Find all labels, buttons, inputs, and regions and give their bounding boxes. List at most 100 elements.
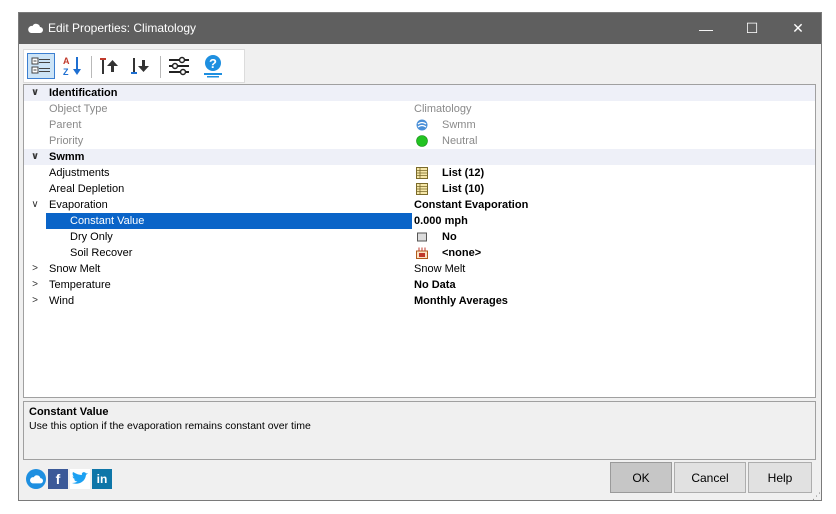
- property-value[interactable]: Swmm: [414, 117, 476, 133]
- property-value-text: Monthly Averages: [414, 295, 508, 307]
- property-name: Evaporation: [49, 199, 108, 211]
- maximize-icon: ☐: [745, 20, 759, 36]
- property-value[interactable]: No Data: [414, 277, 456, 293]
- property-name: Soil Recover: [70, 247, 133, 259]
- property-name: Constant Value: [70, 215, 145, 227]
- property-value-text: 0.000 mph: [414, 215, 468, 227]
- expand-icon[interactable]: >: [29, 277, 41, 293]
- property-name: Snow Melt: [49, 263, 101, 275]
- grid-property-row[interactable]: Priority Neutral: [24, 133, 815, 149]
- property-name: Adjustments: [49, 167, 110, 179]
- grid-category-row[interactable]: ∨ Swmm: [24, 149, 815, 165]
- properties-dialog: Edit Properties: Climatology — ☐ ✕ A Z ?…: [18, 12, 822, 501]
- resize-grip[interactable]: ⋰: [812, 491, 821, 502]
- property-name: Object Type: [49, 103, 108, 115]
- property-value-text: Constant Evaporation: [414, 199, 529, 211]
- close-icon: ✕: [792, 20, 804, 36]
- table-icon: [416, 183, 428, 195]
- description-title: Constant Value: [29, 406, 109, 418]
- help-button[interactable]: ?: [199, 53, 227, 79]
- grid-property-row[interactable]: Constant Value 0.000 mph: [24, 213, 815, 229]
- property-value[interactable]: Constant Evaporation: [414, 197, 528, 213]
- minimize-icon: —: [699, 20, 713, 37]
- alphabetical-sort-button[interactable]: A Z: [59, 53, 87, 79]
- property-value[interactable]: Monthly Averages: [414, 293, 508, 309]
- settings-button[interactable]: [165, 53, 193, 79]
- property-name: Areal Depletion: [49, 183, 125, 195]
- property-value[interactable]: Climatology: [414, 101, 471, 117]
- close-button[interactable]: ✕: [775, 13, 821, 44]
- toolbar: A Z ?: [23, 49, 245, 83]
- collapse-icon[interactable]: ∨: [29, 85, 41, 101]
- svg-text:?: ?: [209, 56, 217, 71]
- cloud-icon: [28, 23, 43, 33]
- help-icon: ?: [204, 55, 222, 78]
- property-value-text: Snow Melt: [414, 263, 466, 275]
- description-text: Use this option if the evaporation remai…: [29, 420, 311, 432]
- grid-property-row[interactable]: ∨ Evaporation Constant Evaporation: [24, 197, 815, 213]
- pattern-icon: [416, 247, 428, 259]
- window-title: Edit Properties: Climatology: [48, 21, 197, 35]
- property-value[interactable]: <none>: [414, 245, 481, 261]
- move-down-icon: [131, 58, 149, 74]
- grid-property-row[interactable]: Areal Depletion List (10): [24, 181, 815, 197]
- maximize-button[interactable]: ☐: [729, 13, 775, 44]
- cancel-button[interactable]: Cancel: [674, 462, 746, 493]
- title-bar[interactable]: Edit Properties: Climatology — ☐ ✕: [19, 13, 821, 44]
- ok-button[interactable]: OK: [610, 462, 672, 493]
- property-value-text: No: [442, 231, 457, 243]
- property-name: Wind: [49, 295, 75, 307]
- property-value[interactable]: 0.000 mph: [414, 213, 468, 229]
- svg-text:Z: Z: [63, 67, 69, 77]
- table-icon: [416, 167, 428, 179]
- sort-az-icon: A Z: [63, 56, 81, 77]
- property-value[interactable]: Snow Melt: [414, 261, 465, 277]
- checkbox-icon: [417, 232, 427, 242]
- property-value[interactable]: No: [414, 229, 457, 245]
- twitter-icon[interactable]: [70, 469, 90, 489]
- grid-property-row[interactable]: Adjustments List (12): [24, 165, 815, 181]
- grid-property-row[interactable]: > Wind Monthly Averages: [24, 293, 815, 309]
- property-name: Parent: [49, 119, 82, 131]
- property-value[interactable]: Neutral: [414, 133, 477, 149]
- grid-property-row[interactable]: > Snow Melt Snow Melt: [24, 261, 815, 277]
- property-grid[interactable]: ∨ Identification Object Type Climatology Par…: [23, 84, 816, 398]
- property-value-text: Climatology: [414, 103, 472, 115]
- move-up-button[interactable]: [96, 53, 124, 79]
- property-value-text: Swmm: [442, 119, 476, 131]
- expand-icon[interactable]: >: [29, 293, 41, 309]
- property-value[interactable]: List (12): [414, 165, 484, 181]
- property-name: Dry Only: [70, 231, 113, 243]
- facebook-icon[interactable]: f: [48, 469, 68, 489]
- property-value[interactable]: List (10): [414, 181, 484, 197]
- property-value-text: <none>: [442, 247, 482, 259]
- grid-category-row[interactable]: ∨ Identification: [24, 85, 815, 101]
- grid-property-row[interactable]: Dry Only No: [24, 229, 815, 245]
- property-name: Temperature: [49, 279, 111, 291]
- grid-property-row[interactable]: > Temperature No Data: [24, 277, 815, 293]
- description-panel: Constant Value Use this option if the ev…: [23, 401, 816, 460]
- collapse-icon[interactable]: ∨: [29, 149, 41, 165]
- minimize-button[interactable]: —: [683, 13, 729, 44]
- categorized-icon: [31, 57, 50, 74]
- property-value-text: List (12): [442, 167, 485, 179]
- expand-icon[interactable]: >: [29, 261, 41, 277]
- social-links: f in: [26, 469, 112, 489]
- grid-property-row[interactable]: Parent Swmm: [24, 117, 815, 133]
- property-name: Swmm: [49, 151, 85, 163]
- grid-property-row[interactable]: Object Type Climatology: [24, 101, 815, 117]
- move-up-icon: [100, 58, 118, 74]
- property-name: Identification: [49, 87, 118, 99]
- green-dot-icon: [416, 135, 428, 147]
- collapse-icon[interactable]: ∨: [29, 197, 41, 213]
- categorized-view-button[interactable]: [27, 53, 55, 79]
- property-value-text: Neutral: [442, 135, 478, 147]
- swmm-icon: [416, 119, 428, 131]
- grid-property-row[interactable]: Soil Recover <none>: [24, 245, 815, 261]
- app-logo-icon[interactable]: [26, 469, 46, 489]
- linkedin-icon[interactable]: in: [92, 469, 112, 489]
- property-name: Priority: [49, 135, 84, 147]
- move-down-button[interactable]: [127, 53, 155, 79]
- help-dialog-button[interactable]: Help: [748, 462, 812, 493]
- property-value-text: No Data: [414, 279, 456, 291]
